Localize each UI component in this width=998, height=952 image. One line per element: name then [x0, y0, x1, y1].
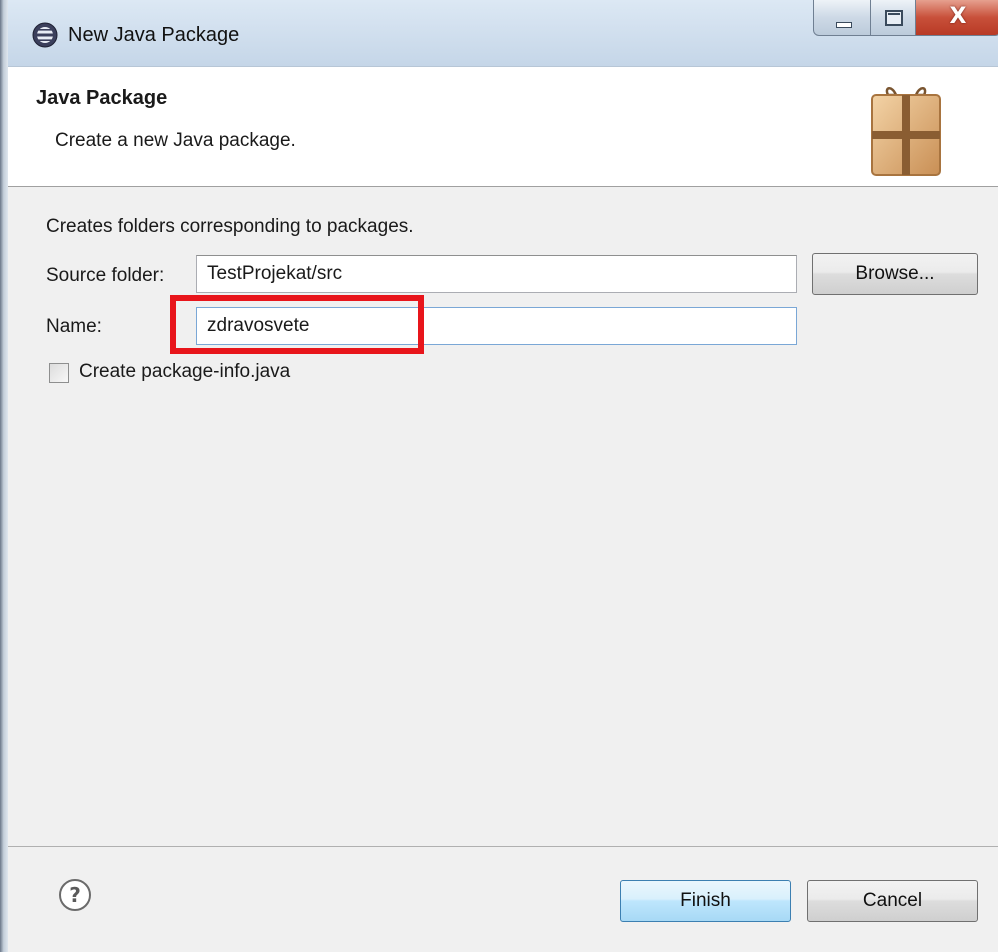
page-description: Create a new Java package. [55, 130, 296, 151]
source-folder-input[interactable]: TestProjekat/src [196, 255, 797, 293]
create-package-info-checkbox[interactable] [49, 363, 69, 383]
maximize-icon [885, 10, 903, 26]
new-java-package-dialog: New Java Package X Java Package Create a… [0, 0, 998, 952]
package-icon [871, 87, 941, 176]
close-button[interactable]: X [915, 0, 998, 36]
help-icon[interactable]: ? [58, 878, 92, 912]
create-package-info-label[interactable]: Create package-info.java [79, 361, 290, 383]
finish-button[interactable]: Finish [620, 880, 791, 922]
eclipse-icon [32, 22, 58, 48]
title-bar[interactable]: New Java Package X [8, 0, 998, 67]
footer-separator [8, 846, 998, 847]
form-description: Creates folders corresponding to package… [46, 216, 414, 237]
cancel-button[interactable]: Cancel [807, 880, 978, 922]
source-folder-label: Source folder: [46, 265, 165, 286]
wizard-header: Java Package Create a new Java package. [8, 67, 998, 187]
browse-button[interactable]: Browse... [812, 253, 978, 295]
window-bottom-edge [8, 940, 998, 952]
page-title: Java Package [36, 87, 168, 109]
wizard-content: Creates folders corresponding to package… [8, 187, 998, 847]
window-title: New Java Package [68, 24, 240, 46]
maximize-button[interactable] [870, 0, 916, 36]
window-edge [0, 0, 8, 952]
annotation-highlight [170, 295, 424, 354]
svg-text:?: ? [69, 883, 81, 907]
minimize-icon [836, 22, 852, 28]
name-label: Name: [46, 316, 102, 337]
close-icon: X [949, 4, 967, 29]
minimize-button[interactable] [813, 0, 871, 36]
window-controls: X [813, 0, 998, 38]
